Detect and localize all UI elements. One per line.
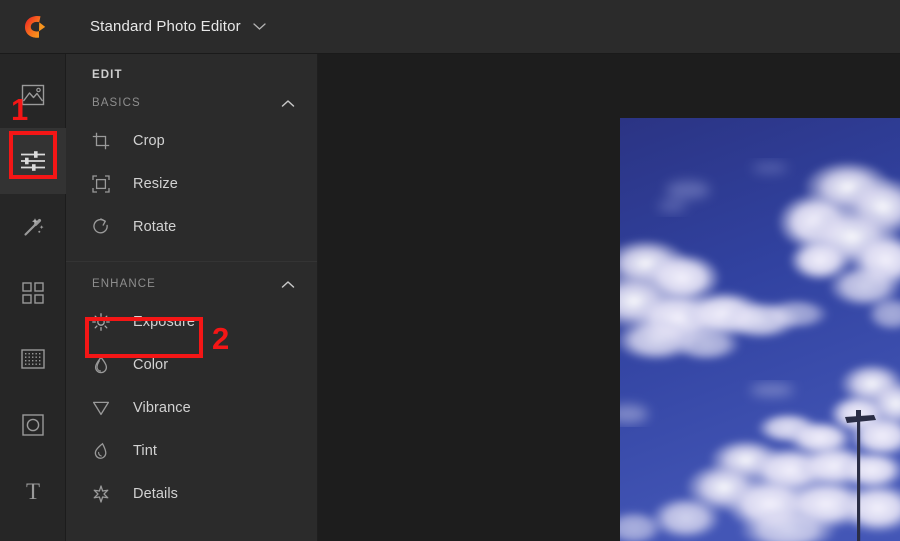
resize-menu-item[interactable]: Resize [66, 162, 317, 205]
app-logo [0, 0, 68, 54]
image-icon [21, 84, 45, 106]
photo-preview[interactable] [620, 118, 900, 541]
grid-icon [22, 282, 44, 304]
section-basics-label: BASICS [92, 97, 141, 109]
rotate-menu-item[interactable]: Rotate [66, 205, 317, 248]
resize-icon [92, 174, 118, 193]
app-title-text: Standard Photo Editor [90, 18, 241, 35]
title-bar: Standard Photo Editor [0, 0, 900, 54]
color-menu-item[interactable]: Color [66, 343, 317, 386]
section-basics-header[interactable]: BASICS [66, 81, 317, 119]
rail-item-textures[interactable] [0, 326, 66, 392]
rail-item-image[interactable] [0, 62, 66, 128]
chevron-down-icon[interactable] [253, 22, 266, 31]
tint-label: Tint [133, 442, 158, 459]
edit-panel: EDIT BASICS Crop Resize Rotate ENHANCE E… [66, 54, 318, 541]
crop-menu-item[interactable]: Crop [66, 119, 317, 162]
photo-editor-window: Standard Photo Editor T EDIT BASICS Crop… [0, 0, 900, 541]
app-title-dropdown[interactable]: Standard Photo Editor [90, 18, 266, 35]
editor-logo-c-icon [24, 15, 46, 38]
details-menu-item[interactable]: Details [66, 472, 317, 515]
sliders-icon [21, 151, 45, 171]
droplet-icon [92, 442, 118, 460]
magic-wand-icon [24, 218, 44, 236]
details-label: Details [133, 485, 179, 502]
section-basics: BASICS Crop Resize Rotate [66, 81, 317, 248]
section-enhance-label: ENHANCE [92, 278, 156, 290]
chevron-up-icon[interactable] [281, 280, 295, 289]
rail-item-effects[interactable] [0, 194, 66, 260]
exposure-label: Exposure [133, 313, 196, 330]
rail-item-adjust[interactable] [0, 128, 66, 194]
chevron-up-icon[interactable] [281, 99, 295, 108]
texture-icon [21, 349, 45, 369]
text-icon: T [25, 478, 41, 504]
resize-label: Resize [133, 175, 178, 192]
sky-photo [620, 118, 900, 541]
sparkle-icon [92, 484, 118, 503]
crop-label: Crop [133, 132, 165, 149]
section-enhance: ENHANCE Exposure Color Vibrance Tint Det… [66, 261, 317, 515]
rotate-icon [92, 217, 118, 236]
tint-menu-item[interactable]: Tint [66, 429, 317, 472]
rotate-label: Rotate [133, 218, 177, 235]
section-enhance-header[interactable]: ENHANCE [66, 262, 317, 300]
color-label: Color [133, 356, 169, 373]
crop-icon [92, 132, 118, 150]
frame-icon [22, 414, 44, 436]
rail-item-overlays[interactable] [0, 260, 66, 326]
droplet-outline-icon [92, 355, 118, 374]
vibrance-label: Vibrance [133, 399, 191, 416]
exposure-menu-item[interactable]: Exposure [66, 300, 317, 343]
triangle-down-icon [92, 399, 118, 417]
vibrance-menu-item[interactable]: Vibrance [66, 386, 317, 429]
sun-icon [92, 312, 118, 331]
tool-rail: T [0, 54, 66, 541]
panel-title: EDIT [92, 69, 123, 81]
rail-item-frames[interactable] [0, 392, 66, 458]
canvas-area[interactable] [318, 54, 900, 541]
rail-item-text[interactable]: T [0, 458, 66, 524]
